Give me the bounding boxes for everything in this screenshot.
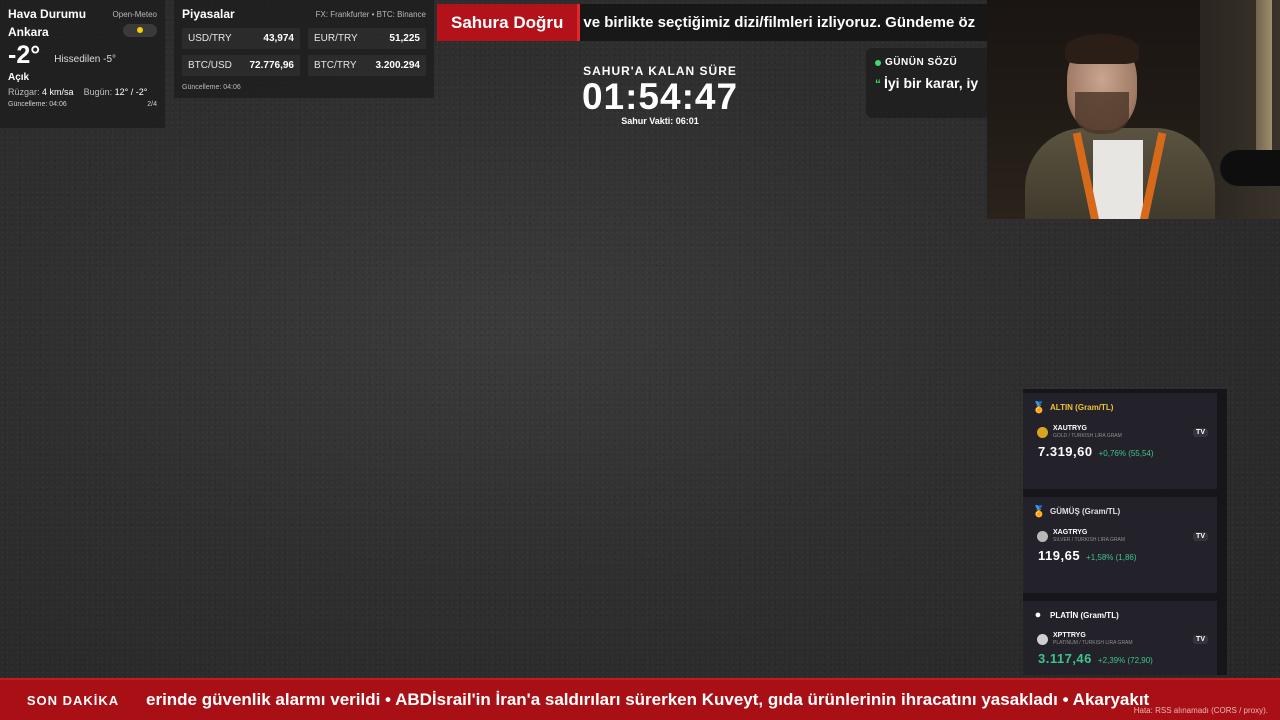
market-label: BTC/TRY <box>314 60 357 71</box>
weather-page-indicator: 2/4 <box>147 101 157 108</box>
metal-title: GÜMÜŞ (Gram/TL) <box>1050 507 1121 516</box>
metal-symbol: XAUTRYG <box>1053 425 1087 432</box>
weather-updated: Güncelleme: 04:06 <box>8 101 67 108</box>
banner-label: Sahura Doğru <box>437 4 581 41</box>
precious-metals-panel: 🏅 ALTIN (Gram/TL) XAUTRYG GOLD / TURKISH… <box>1023 389 1227 675</box>
weather-title: Hava Durumu <box>8 7 87 21</box>
quote-heading: GÜNÜN SÖZÜ <box>885 57 958 68</box>
sun-icon <box>123 23 157 37</box>
market-value: 3.200.294 <box>375 60 421 71</box>
breaking-news-ticker: SON DAKİKA erinde güvenlik alarmı verild… <box>0 678 1280 720</box>
market-usd-try: USD/TRY 43,974 <box>182 28 300 49</box>
markets-source: FX: Frankfurter • BTC: Binance <box>315 9 426 19</box>
market-btc-try: BTC/TRY 3.200.294 <box>308 55 426 76</box>
countdown-time: 01:54:47 <box>581 76 739 117</box>
metal-description: SILVER / TURKISH LIRA GRAM <box>1053 537 1126 543</box>
quote-text: İyi bir karar, iy <box>884 75 979 91</box>
medal-icon: 🏅 <box>1032 506 1046 518</box>
wind-label: Rüzgar: <box>8 87 40 97</box>
market-eur-try: EUR/TRY 51,225 <box>308 28 426 49</box>
markets-title: Piyasalar <box>182 7 235 21</box>
metal-price: 3.117,46 <box>1038 651 1092 666</box>
metal-change: +0,76% (55,54) <box>1098 449 1154 458</box>
metal-description: GOLD / TURKISH LIRA GRAM <box>1053 433 1122 439</box>
metal-price: 7.319,60 <box>1038 444 1093 459</box>
sahur-time: Sahur Vakti: 06:01 <box>621 116 699 126</box>
webcam-feed <box>987 0 1280 219</box>
metal-price: 119,65 <box>1038 548 1081 563</box>
market-value: 72.776,96 <box>249 60 295 71</box>
weather-source: Open-Meteo <box>112 9 157 19</box>
market-value: 51,225 <box>389 33 420 44</box>
weather-feels-like: Hissedilen -5° <box>54 54 117 65</box>
today-value: 12° / -2° <box>114 87 148 97</box>
circle-icon: ● <box>1034 609 1042 621</box>
market-label: EUR/TRY <box>314 33 358 44</box>
market-label: USD/TRY <box>188 33 232 44</box>
metal-change: +2,39% (72,90) <box>1097 656 1153 665</box>
medal-icon: 🏅 <box>1032 402 1046 414</box>
metal-card-platinum: ● PLATİN (Gram/TL) XPTTRYG PLATINUM / TU… <box>1023 601 1217 675</box>
metal-title: ALTIN (Gram/TL) <box>1050 403 1114 412</box>
sahur-countdown: SAHUR'A KALAN SÜRE 01:54:47 Sahur Vakti:… <box>540 64 780 126</box>
quote-mark-icon: “ <box>875 77 881 91</box>
tradingview-logo: TV <box>1193 427 1208 437</box>
market-label: BTC/USD <box>188 60 232 71</box>
weather-city: Ankara <box>8 25 49 39</box>
tradingview-logo: TV <box>1193 634 1208 644</box>
coin-icon <box>1037 530 1048 542</box>
header-banner: Sahura Doğru ve birlikte seçtiğimiz dizi… <box>437 4 990 41</box>
market-value: 43,974 <box>263 33 294 44</box>
weather-widget: Hava Durumu Open-Meteo Ankara -2° Hissed… <box>0 0 165 128</box>
wind-value: 4 km/sa <box>42 87 74 97</box>
metal-title: PLATİN (Gram/TL) <box>1050 610 1119 620</box>
ticker-error-message: Hata: RSS alınamadı (CORS / proxy). <box>1133 706 1268 715</box>
ticker-text: erinde güvenlik alarmı verildi • ABDİsra… <box>146 690 1150 709</box>
ticker-label: SON DAKİKA <box>0 680 146 720</box>
live-dot-icon <box>875 59 881 66</box>
metal-change: +1,58% (1,86) <box>1086 553 1137 562</box>
microphone-icon <box>1220 150 1280 186</box>
quote-of-the-day: GÜNÜN SÖZÜ “İyi bir karar, iy <box>866 48 990 118</box>
metal-description: PLATINUM / TURKISH LIRA GRAM <box>1053 640 1133 646</box>
metal-symbol: XPTTRYG <box>1053 632 1086 639</box>
metal-symbol: XAGTRYG <box>1053 529 1088 536</box>
metal-card-silver: 🏅 GÜMÜŞ (Gram/TL) XAGTRYG SILVER / TURKI… <box>1023 497 1217 593</box>
markets-updated: Güncelleme: 04:06 <box>182 84 241 91</box>
tradingview-logo: TV <box>1193 531 1208 541</box>
banner-scroll-text: ve birlikte seçtiğimiz dizi/filmleri izl… <box>583 14 976 31</box>
metal-card-gold: 🏅 ALTIN (Gram/TL) XAUTRYG GOLD / TURKISH… <box>1023 393 1217 489</box>
coin-icon <box>1037 633 1048 645</box>
weather-temperature: -2° <box>8 41 41 69</box>
weather-details: Rüzgar: 4 km/sa Bugün: 12° / -2° <box>8 87 157 97</box>
weather-condition: Açık <box>8 72 30 83</box>
markets-widget: Piyasalar FX: Frankfurter • BTC: Binance… <box>174 0 434 98</box>
coin-icon <box>1037 426 1048 438</box>
today-label: Bugün: <box>83 87 113 97</box>
market-btc-usd: BTC/USD 72.776,96 <box>182 55 300 76</box>
